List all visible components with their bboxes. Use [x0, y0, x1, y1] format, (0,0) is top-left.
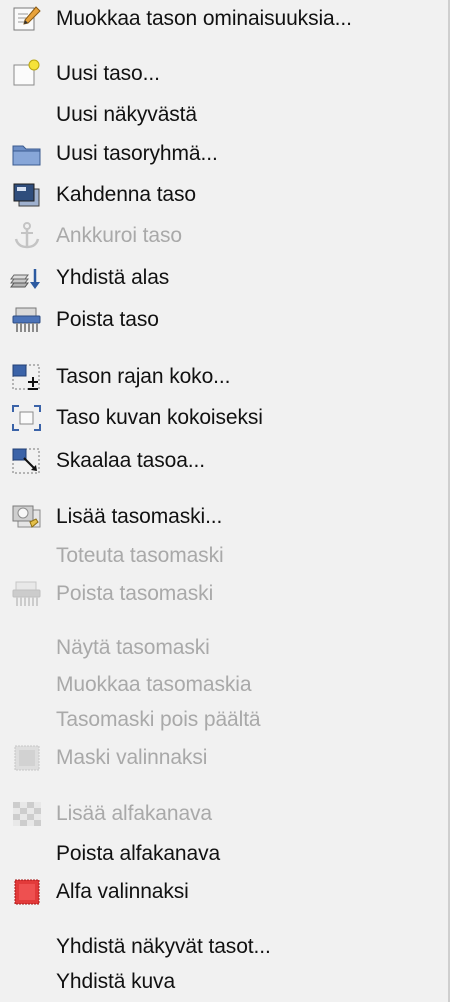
- menu-item-add-alpha-channel[interactable]: Lisää alfakanava: [0, 795, 448, 833]
- duplicate-icon: [10, 180, 44, 210]
- shredder-icon: [10, 579, 44, 609]
- menu-item-label: Uusi näkyvästä: [56, 103, 197, 126]
- menu-item-show-layer-mask[interactable]: Näytä tasomaski: [0, 629, 448, 667]
- shredder-icon: [10, 305, 44, 335]
- menu-item-label: Yhdistä alas: [56, 266, 170, 289]
- new-layer-icon: [10, 59, 44, 89]
- menu-item-alpha-to-selection[interactable]: Alfa valinnaksi: [0, 873, 448, 911]
- menu-item-label: Toteuta tasomaski: [56, 544, 224, 567]
- menu-item-scale-layer[interactable]: Skaalaa tasoa...: [0, 442, 448, 480]
- menu-item-add-layer-mask[interactable]: Lisää tasomaski...: [0, 498, 448, 536]
- menu-item-label: Kahdenna taso: [56, 183, 196, 206]
- menu-item-layer-boundary-size[interactable]: Tason rajan koko...: [0, 358, 448, 396]
- merge-down-icon: [10, 263, 44, 293]
- menu-item-label: Yhdistä kuva: [56, 970, 176, 993]
- menu-item-anchor-layer[interactable]: Ankkuroi taso: [0, 217, 448, 255]
- menu-item-label: Poista tasomaski: [56, 582, 214, 605]
- alpha-selection-icon: [10, 877, 44, 907]
- menu-item-label: Skaalaa tasoa...: [56, 449, 205, 472]
- menu-item-label: Tasomaski pois päältä: [56, 708, 261, 731]
- mask-selection-icon: [10, 743, 44, 773]
- menu-item-label: Muokkaa tasomaskia: [56, 673, 252, 696]
- anchor-icon: [10, 221, 44, 251]
- menu-item-label: Yhdistä näkyvät tasot...: [56, 935, 271, 958]
- edit-pencil-icon: [10, 4, 44, 34]
- menu-item-edit-layer-mask[interactable]: Muokkaa tasomaskia: [0, 666, 448, 704]
- menu-item-new-layer[interactable]: Uusi taso...: [0, 55, 448, 93]
- menu-item-merge-visible-layers[interactable]: Yhdistä näkyvät tasot...: [0, 928, 448, 966]
- menu-item-merge-down[interactable]: Yhdistä alas: [0, 259, 448, 297]
- menu-item-duplicate-layer[interactable]: Kahdenna taso: [0, 176, 448, 214]
- menu-item-disable-layer-mask[interactable]: Tasomaski pois päältä: [0, 701, 448, 739]
- menu-item-label: Näytä tasomaski: [56, 636, 210, 659]
- menu-item-label: Uusi taso...: [56, 62, 160, 85]
- checkerboard-icon: [10, 799, 44, 829]
- menu-item-flatten-image[interactable]: Yhdistä kuva: [0, 963, 448, 1001]
- add-mask-icon: [10, 502, 44, 532]
- menu-item-mask-to-selection[interactable]: Maski valinnaksi: [0, 739, 448, 777]
- menu-item-label: Muokkaa tason ominaisuuksia...: [56, 7, 352, 30]
- menu-item-label: Lisää alfakanava: [56, 802, 213, 825]
- menu-item-new-from-visible[interactable]: Uusi näkyvästä: [0, 96, 448, 134]
- menu-item-delete-layer-mask[interactable]: Poista tasomaski: [0, 575, 448, 613]
- menu-item-edit-layer-attributes[interactable]: Muokkaa tason ominaisuuksia...: [0, 0, 448, 38]
- menu-item-new-layer-group[interactable]: Uusi tasoryhmä...: [0, 135, 448, 173]
- menu-item-label: Taso kuvan kokoiseksi: [56, 406, 263, 429]
- menu-item-remove-alpha-channel[interactable]: Poista alfakanava: [0, 835, 448, 873]
- menu-item-label: Poista taso: [56, 308, 159, 331]
- menu-item-label: Ankkuroi taso: [56, 224, 182, 247]
- menu-item-apply-layer-mask[interactable]: Toteuta tasomaski: [0, 537, 448, 575]
- menu-item-label: Maski valinnaksi: [56, 746, 208, 769]
- layer-to-image-size-icon: [10, 403, 44, 433]
- folder-icon: [10, 139, 44, 169]
- menu-item-label: Alfa valinnaksi: [56, 880, 189, 903]
- layer-boundary-icon: [10, 362, 44, 392]
- menu-item-delete-layer[interactable]: Poista taso: [0, 301, 448, 339]
- layer-context-menu: Muokkaa tason ominaisuuksia... Uusi taso…: [0, 0, 450, 1002]
- menu-item-label: Poista alfakanava: [56, 842, 221, 865]
- menu-item-label: Uusi tasoryhmä...: [56, 142, 218, 165]
- menu-item-label: Tason rajan koko...: [56, 365, 231, 388]
- menu-item-layer-to-image-size[interactable]: Taso kuvan kokoiseksi: [0, 399, 448, 437]
- scale-layer-icon: [10, 446, 44, 476]
- menu-item-label: Lisää tasomaski...: [56, 505, 223, 528]
